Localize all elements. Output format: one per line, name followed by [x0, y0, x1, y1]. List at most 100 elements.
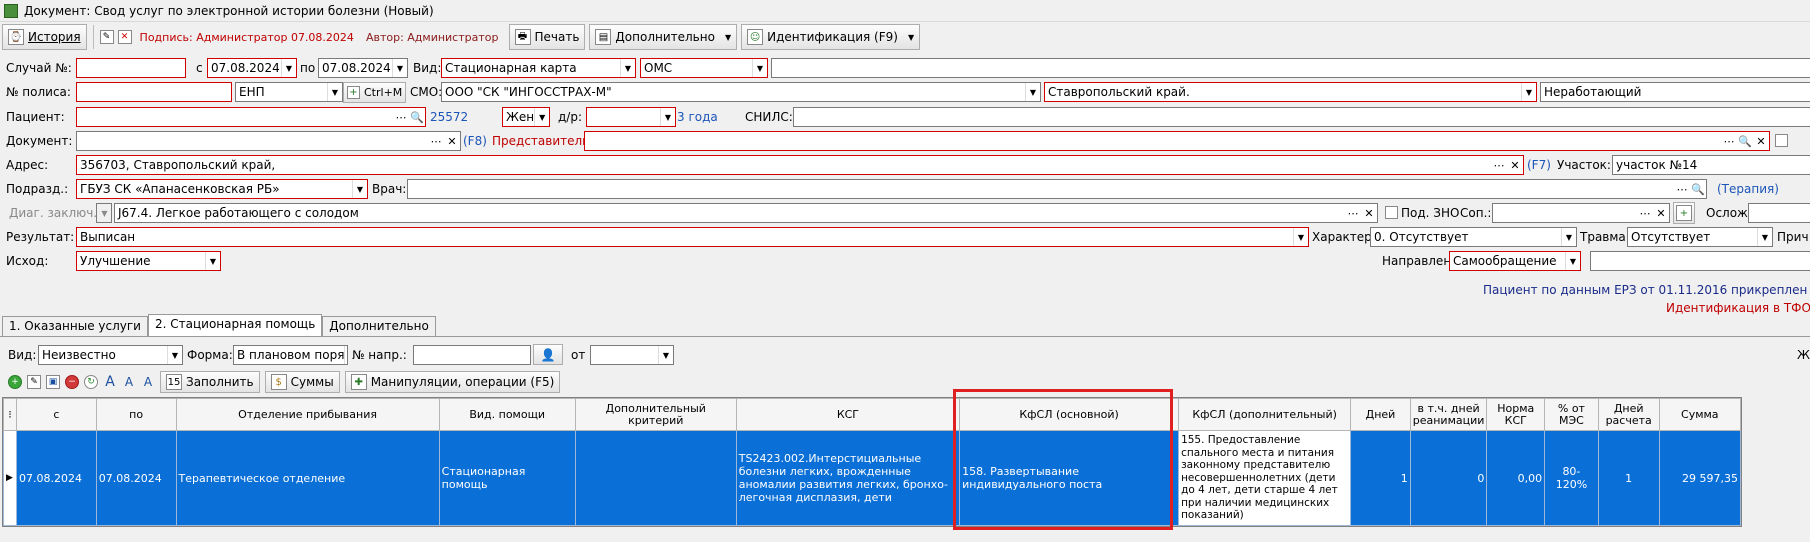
chevron-down-icon[interactable]: ▼	[1565, 252, 1580, 270]
kind-select[interactable]: Стационарная карта ▼	[441, 58, 636, 78]
policy-number-input[interactable]	[76, 82, 232, 102]
filter-kind-select[interactable]: Неизвестно ▼	[38, 345, 183, 365]
add-row-icon[interactable]: +	[8, 375, 22, 389]
column-selector-header[interactable]: ⁝	[3, 398, 17, 431]
additional-button[interactable]: ▤ Дополнительно ▼	[589, 24, 738, 50]
column-header[interactable]: % от МЭС	[1544, 398, 1599, 431]
employment-field[interactable]: Неработающий	[1540, 82, 1810, 102]
sex-select[interactable]: Жен ▼	[502, 107, 550, 127]
font-increase-icon[interactable]: A	[103, 374, 117, 390]
representative-input[interactable]: ⋯ 🔍 ✕	[584, 131, 1770, 151]
pick-direction-button[interactable]: 👤	[533, 344, 563, 365]
snils-input[interactable]	[793, 107, 1810, 127]
result-select[interactable]: Выписан ▼	[76, 227, 1309, 247]
ctrl-m-button[interactable]: + Ctrl+M	[343, 82, 407, 103]
date-to-input[interactable]: 07.08.2024 ▼	[318, 58, 408, 78]
close-icon[interactable]: ✕	[1653, 204, 1669, 222]
dob-input[interactable]: ▼	[586, 107, 676, 127]
column-header[interactable]: в т.ч. дней реанимации	[1409, 398, 1488, 431]
column-header[interactable]: Дней	[1350, 398, 1411, 431]
ellipsis-icon[interactable]: ⋯	[1345, 204, 1361, 222]
column-header[interactable]: по	[95, 398, 177, 431]
soc-input[interactable]: ⋯ ✕	[1492, 203, 1670, 223]
smo-select[interactable]: ООО "СК "ИНГОССТРАХ-М" ▼	[441, 82, 1041, 102]
ellipsis-icon[interactable]: ⋯	[1491, 156, 1507, 174]
filter-dir-input[interactable]	[413, 345, 531, 365]
cell-to[interactable]: 07.08.2024	[95, 430, 177, 526]
date-from-input[interactable]: 07.08.2024 ▼	[207, 58, 297, 78]
f7-link[interactable]: (F7)	[1527, 158, 1551, 172]
patient-id-link[interactable]: 25572	[430, 110, 468, 124]
close-icon[interactable]: ✕	[1361, 204, 1377, 222]
column-header[interactable]: с	[15, 398, 97, 431]
fill-button[interactable]: 15 Заполнить	[160, 371, 260, 393]
table-row[interactable]: ▶ 07.08.2024 07.08.2024 Терапевтическое …	[3, 430, 1741, 526]
chevron-down-icon[interactable]: ▼	[392, 59, 407, 77]
case-extra-field[interactable]	[771, 58, 1810, 78]
doctor-input[interactable]: ⋯ 🔍	[407, 179, 1707, 199]
search-icon[interactable]: 🔍	[409, 108, 425, 126]
chevron-down-icon[interactable]: ▼	[344, 346, 347, 364]
column-header[interactable]: Дополнительный критерий	[574, 398, 737, 431]
ellipsis-icon[interactable]: ⋯	[393, 108, 409, 126]
column-header[interactable]: Вид. помощи	[438, 398, 576, 431]
chevron-down-icon[interactable]: ▼	[620, 59, 635, 77]
sign-document-icon[interactable]: ✎	[99, 30, 114, 44]
chevron-down-icon[interactable]: ▼	[205, 252, 220, 270]
chevron-down-icon[interactable]: ▼	[752, 59, 767, 77]
cell-kfsl-extra[interactable]: 155. Предоставление спального места и пи…	[1178, 430, 1352, 526]
add-soc-button[interactable]: +	[1673, 202, 1695, 224]
f8-link[interactable]: (F8)	[463, 134, 487, 148]
chevron-down-icon[interactable]: ▼	[660, 108, 675, 126]
direction-select[interactable]: Самообращение ▼	[1449, 251, 1581, 271]
complication-input[interactable]	[1748, 203, 1810, 223]
filter-form-select[interactable]: В плановом поря ▼	[233, 345, 348, 365]
chevron-down-icon[interactable]: ▼	[281, 59, 296, 77]
therapy-link[interactable]: (Терапия)	[1717, 182, 1779, 196]
zno-checkbox[interactable]	[1385, 206, 1398, 219]
column-header[interactable]: КСГ	[735, 398, 961, 431]
ellipsis-icon[interactable]: ⋯	[428, 132, 444, 150]
cell-ksg[interactable]: TS2423.002.Интерстициальные болезни легк…	[735, 430, 961, 526]
close-icon[interactable]: ✕	[444, 132, 460, 150]
trauma-select[interactable]: Отсутствует ▼	[1627, 227, 1773, 247]
cell-from[interactable]: 07.08.2024	[15, 430, 97, 526]
region-select[interactable]: Ставропольский край. ▼	[1044, 82, 1537, 102]
column-header[interactable]: Норма КСГ	[1486, 398, 1546, 431]
unsign-document-icon[interactable]: ✕	[117, 30, 132, 44]
font-decrease-icon[interactable]: A	[122, 375, 136, 389]
chevron-down-icon[interactable]: ▼	[1757, 228, 1772, 246]
column-header[interactable]: КфСЛ (дополнительный)	[1178, 398, 1352, 431]
diag-dropdown[interactable]: ▼	[96, 203, 112, 223]
sums-button[interactable]: $ Суммы	[264, 371, 340, 393]
column-header[interactable]: Дней расчета	[1597, 398, 1660, 431]
chevron-down-icon[interactable]: ▼	[534, 108, 549, 126]
outcome-select[interactable]: Улучшение ▼	[76, 251, 221, 271]
font-reset-icon[interactable]: A	[141, 375, 155, 389]
search-icon[interactable]: 🔍	[1690, 180, 1706, 198]
chevron-down-icon[interactable]: ▼	[1561, 228, 1576, 246]
chevron-down-icon[interactable]: ▼	[658, 346, 673, 364]
column-header[interactable]: Отделение прибывания	[175, 398, 440, 431]
save-icon[interactable]: ▣	[46, 375, 60, 389]
document-input[interactable]: ⋯ ✕	[76, 131, 461, 151]
district-input[interactable]: участок №14	[1612, 155, 1810, 175]
identification-button[interactable]: ☺ Идентификация (F9) ▼	[741, 24, 921, 50]
diag-input[interactable]: J67.4. Легкое работающего с солодом ⋯ ✕	[114, 203, 1378, 223]
tab-inpatient[interactable]: 2. Стационарная помощь	[147, 314, 323, 336]
representative-checkbox[interactable]	[1775, 134, 1788, 147]
close-icon[interactable]: ✕	[1507, 156, 1523, 174]
case-number-input[interactable]	[76, 58, 186, 78]
chevron-down-icon[interactable]: ▼	[1293, 228, 1308, 246]
row-indicator[interactable]: ▶	[3, 430, 17, 526]
patient-input[interactable]: ⋯ 🔍	[76, 107, 426, 127]
refresh-icon[interactable]: ↻	[84, 375, 98, 389]
chevron-down-icon[interactable]: ▼	[167, 346, 182, 364]
cell-reanimation-days[interactable]: 0	[1409, 430, 1488, 526]
ellipsis-icon[interactable]: ⋯	[1637, 204, 1653, 222]
print-button[interactable]: 🖶 Печать	[508, 24, 586, 50]
cell-calc-days[interactable]: 1	[1597, 430, 1660, 526]
chevron-down-icon[interactable]: ▼	[1521, 83, 1536, 101]
filter-from-date[interactable]: ▼	[590, 345, 674, 365]
close-icon[interactable]: ✕	[1753, 132, 1769, 150]
